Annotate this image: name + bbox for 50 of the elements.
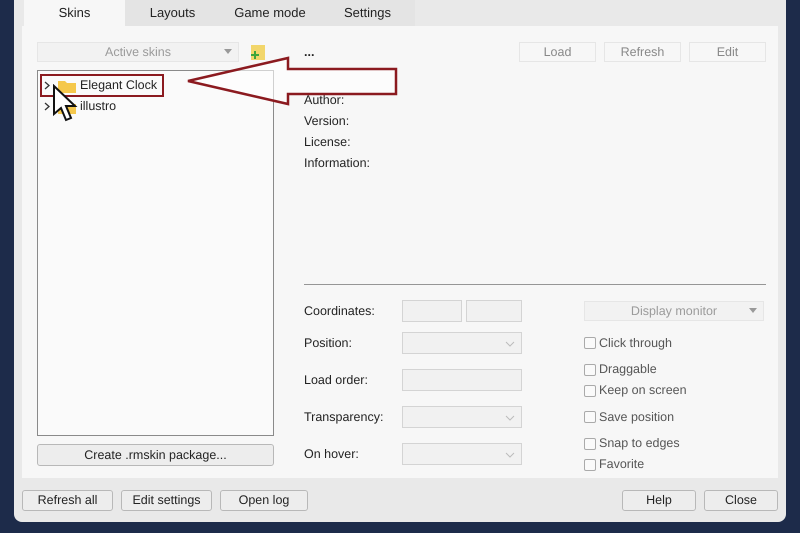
checkbox[interactable]	[584, 458, 596, 470]
caret-icon	[749, 308, 757, 313]
chevron-icon	[505, 452, 515, 458]
tab[interactable]: Layouts	[125, 0, 220, 26]
caret-icon	[224, 49, 232, 54]
checkbox-label[interactable]: Draggable	[599, 360, 657, 379]
checkbox-label[interactable]: Save position	[599, 408, 674, 426]
skin-name: ...	[304, 44, 314, 61]
add-folder-icon[interactable]	[249, 44, 266, 60]
footer-button[interactable]: Refresh all	[22, 490, 113, 510]
footer-button[interactable]: Edit settings	[121, 490, 212, 510]
tab[interactable]: Settings	[320, 0, 415, 26]
info-label: Author:	[304, 92, 344, 110]
info-label: Information:	[304, 155, 370, 172]
checkbox[interactable]	[584, 337, 596, 349]
select-field[interactable]	[402, 406, 522, 428]
checkbox-label[interactable]: Snap to edges	[599, 434, 680, 453]
checkbox-label[interactable]: Click through	[599, 334, 672, 352]
field-label: Transparency:	[304, 408, 384, 426]
input-field[interactable]	[466, 300, 522, 322]
footer-button[interactable]: Help	[622, 490, 696, 510]
checkbox[interactable]	[584, 364, 596, 376]
select-field[interactable]	[402, 443, 522, 465]
expand-icon[interactable]	[44, 81, 51, 90]
checkbox[interactable]	[584, 411, 596, 423]
chevron-icon	[505, 415, 515, 421]
tab[interactable]: Game mode	[220, 0, 320, 26]
info-label: Version:	[304, 113, 350, 130]
field-label: Load order:	[304, 372, 368, 389]
checkbox[interactable]	[584, 438, 596, 450]
create-package-button[interactable]: Create .rmskin package...	[37, 444, 274, 466]
select-field[interactable]	[402, 332, 522, 354]
checkbox-label[interactable]: Keep on screen	[599, 381, 687, 400]
field-label: Coordinates:	[304, 302, 375, 320]
footer-button[interactable]: Close	[704, 490, 778, 510]
tab[interactable]: Skins	[24, 0, 125, 26]
checkbox[interactable]	[584, 384, 596, 396]
cursor-icon	[52, 84, 78, 122]
footer-button[interactable]: Open log	[220, 490, 308, 510]
expand-icon[interactable]	[44, 102, 51, 111]
input-field[interactable]	[402, 300, 462, 322]
tree-item[interactable]: Elegant Clock	[80, 76, 158, 95]
chevron-icon	[505, 341, 515, 347]
input-field[interactable]	[402, 369, 522, 391]
tree-item[interactable]: illustro	[80, 97, 116, 116]
field-label: Position:	[304, 334, 352, 352]
checkbox-label[interactable]: Favorite	[599, 455, 644, 474]
info-label: License:	[304, 134, 351, 152]
folder-icon	[58, 78, 76, 92]
field-label: On hover:	[304, 446, 359, 463]
